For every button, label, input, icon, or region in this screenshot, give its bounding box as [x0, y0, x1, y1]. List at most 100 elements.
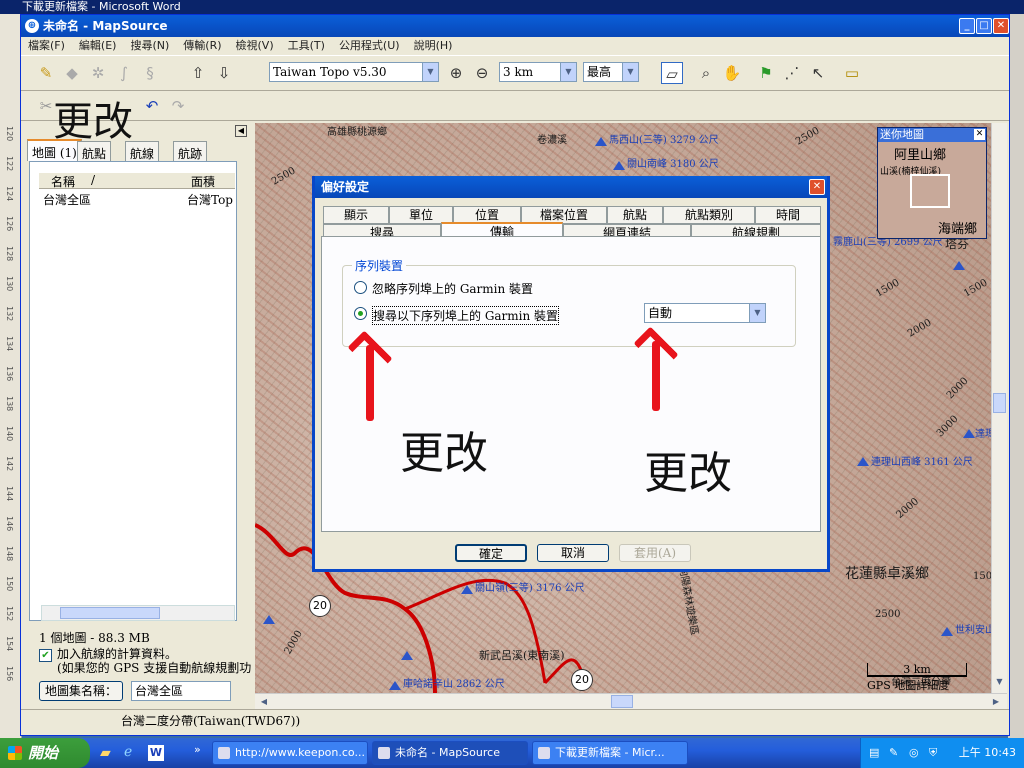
- window-titlebar[interactable]: ⊕ 未命名 - MapSource _ □ ✕: [21, 15, 1009, 37]
- measure-tool-icon[interactable]: ▭: [841, 62, 863, 84]
- pointer-tool-icon[interactable]: ↖: [807, 62, 829, 84]
- chevron-down-icon: ▼: [622, 63, 638, 81]
- ignore-serial-radio[interactable]: [354, 281, 367, 294]
- ruler-number: 156: [5, 666, 14, 682]
- map-label: 關山嶺(三等) 3176 公尺: [475, 583, 585, 594]
- menu-edit[interactable]: 編輯(E): [72, 37, 124, 55]
- map-product-value: Taiwan Topo v5.30: [273, 65, 387, 79]
- routing-data-checkbox[interactable]: ✔: [39, 649, 52, 662]
- chevron-right-icon[interactable]: ▶: [989, 695, 1003, 708]
- zoom-in-icon[interactable]: ⊕: [445, 62, 467, 84]
- tab-time[interactable]: 時間: [755, 206, 821, 224]
- send-to-device-icon[interactable]: ⇩: [213, 62, 235, 84]
- zoom-tool-icon[interactable]: ⌕: [695, 62, 717, 84]
- word-icon: [538, 747, 550, 759]
- tab-waypoints[interactable]: 航點: [77, 141, 112, 161]
- serial-device-group-label: 序列裝置: [352, 257, 407, 274]
- minimize-button[interactable]: _: [959, 18, 975, 34]
- chevron-right-icon[interactable]: »: [194, 743, 201, 756]
- detail-level-select[interactable]: 最高 ▼: [583, 62, 639, 82]
- tab-waypoint-categories[interactable]: 航點類別: [663, 206, 755, 224]
- word-vertical-ruler: 120 122 124 126 128 130 132 134 136 138 …: [0, 14, 22, 738]
- task-browser[interactable]: http://www.keepon.co...: [212, 741, 368, 765]
- redo-icon[interactable]: ↷: [167, 95, 189, 117]
- menu-tools[interactable]: 工具(T): [281, 37, 332, 55]
- map-scale: 3 km GPS 地圖詳細度: [867, 663, 967, 693]
- tab-routes[interactable]: 航線: [125, 141, 160, 161]
- search-serial-label[interactable]: 搜尋以下序列埠上的 Garmin 裝置: [372, 306, 560, 325]
- map-horizontal-scrollbar[interactable]: ◀ ▶: [255, 693, 1007, 709]
- selection-tool-icon[interactable]: ▱: [661, 62, 683, 84]
- map-row-name: 台灣全區: [43, 193, 92, 207]
- ruler-number: 126: [5, 216, 14, 232]
- keyboard-icon[interactable]: ▤: [869, 738, 879, 768]
- task-word[interactable]: 下載更新檔案 - Micr...: [532, 741, 688, 765]
- folder-icon[interactable]: ▰: [100, 745, 111, 761]
- menu-file[interactable]: 檔案(F): [21, 37, 72, 55]
- column-area[interactable]: 面積: [191, 173, 215, 190]
- serial-port-select[interactable]: 自動 ▼: [644, 303, 766, 323]
- route-points-icon[interactable]: ⋰: [781, 62, 803, 84]
- flag-tool-icon[interactable]: ⚑: [755, 62, 777, 84]
- ruler-number: 136: [5, 366, 14, 382]
- scrollbar-thumb[interactable]: [60, 607, 160, 619]
- mapset-name-button[interactable]: 地圖集名稱：: [39, 681, 123, 701]
- preferences-dialog: 偏好設定 ✕ 顯示 單位 位置 檔案位置 航點 航點類別 時間 搜尋 傳輸 網頁…: [312, 176, 830, 572]
- collapse-panel-icon[interactable]: ◀: [235, 125, 247, 137]
- tab-tracks[interactable]: 航跡: [173, 141, 208, 161]
- tab-maps[interactable]: 地圖 (1): [27, 139, 82, 161]
- windows-logo-icon: [8, 746, 22, 760]
- scrollbar-thumb[interactable]: [993, 393, 1006, 413]
- route-tool-icon[interactable]: ✲: [87, 62, 109, 84]
- eraser-tool-icon[interactable]: ◆: [61, 62, 83, 84]
- menu-transfer[interactable]: 傳輸(R): [176, 37, 228, 55]
- mini-map-viewport[interactable]: [910, 174, 950, 208]
- search-serial-radio[interactable]: [354, 307, 367, 320]
- chevron-left-icon[interactable]: ◀: [257, 695, 271, 708]
- table-row[interactable]: 台灣全區 台灣Top: [43, 191, 235, 207]
- map-label: 庫哈諾辛山 2862 公尺: [403, 679, 505, 690]
- tab-display[interactable]: 顯示: [323, 206, 389, 224]
- maximize-button[interactable]: □: [976, 18, 992, 34]
- start-button[interactable]: 開始: [0, 738, 90, 768]
- task-mapsource[interactable]: 未命名 - MapSource: [372, 741, 528, 765]
- menu-help[interactable]: 說明(H): [407, 37, 460, 55]
- map-list-scrollbar[interactable]: [41, 605, 235, 621]
- receive-from-device-icon[interactable]: ⇧: [187, 62, 209, 84]
- waypoint-tool-icon[interactable]: ✎: [35, 62, 57, 84]
- column-name[interactable]: 名稱: [51, 173, 75, 190]
- menu-utilities[interactable]: 公用程式(U): [332, 37, 407, 55]
- cancel-button[interactable]: 取消: [537, 544, 609, 562]
- apply-button[interactable]: 套用(A): [619, 544, 691, 562]
- dialog-titlebar[interactable]: 偏好設定: [315, 176, 827, 198]
- network-icon[interactable]: ◎: [909, 738, 919, 768]
- mini-map[interactable]: 迷你地圖 ✕ 阿里山鄉 山溪(楠梓仙溪) 海端鄉: [877, 127, 987, 239]
- zoom-out-icon[interactable]: ⊖: [471, 62, 493, 84]
- ok-button[interactable]: 確定: [455, 544, 527, 562]
- track-edit-icon[interactable]: §: [139, 62, 161, 84]
- window-title: 未命名 - MapSource: [43, 19, 168, 33]
- ignore-serial-label[interactable]: 忽略序列埠上的 Garmin 裝置: [372, 280, 533, 297]
- undo-icon[interactable]: ↶: [141, 95, 163, 117]
- map-vertical-scrollbar[interactable]: ▼: [991, 123, 1007, 693]
- mapset-name-field[interactable]: 台灣全區: [131, 681, 231, 701]
- word-icon[interactable]: W: [148, 745, 164, 761]
- close-button[interactable]: ✕: [993, 18, 1009, 34]
- detail-level-value: 最高: [587, 65, 612, 79]
- menu-view[interactable]: 檢視(V): [229, 37, 281, 55]
- scrollbar-thumb[interactable]: [611, 695, 633, 708]
- close-icon[interactable]: ✕: [974, 129, 985, 140]
- chevron-down-icon[interactable]: ▼: [993, 675, 1006, 689]
- tab-waypoints[interactable]: 航點: [607, 206, 663, 224]
- dialog-close-button[interactable]: ✕: [809, 179, 825, 195]
- menu-find[interactable]: 搜尋(N): [123, 37, 176, 55]
- ruler-number: 142: [5, 456, 14, 472]
- security-shield-icon[interactable]: ⛨: [929, 738, 937, 768]
- map-product-select[interactable]: Taiwan Topo v5.30 ▼: [269, 62, 439, 82]
- hand-tool-icon[interactable]: ✋: [721, 62, 743, 84]
- track-tool-icon[interactable]: ∫: [113, 62, 135, 84]
- scale-caption: GPS 地圖詳細度: [867, 679, 950, 692]
- zoom-level-select[interactable]: 3 km ▼: [499, 62, 577, 82]
- pen-icon[interactable]: ✎: [889, 738, 898, 768]
- internet-explorer-icon[interactable]: ℯ: [124, 744, 132, 760]
